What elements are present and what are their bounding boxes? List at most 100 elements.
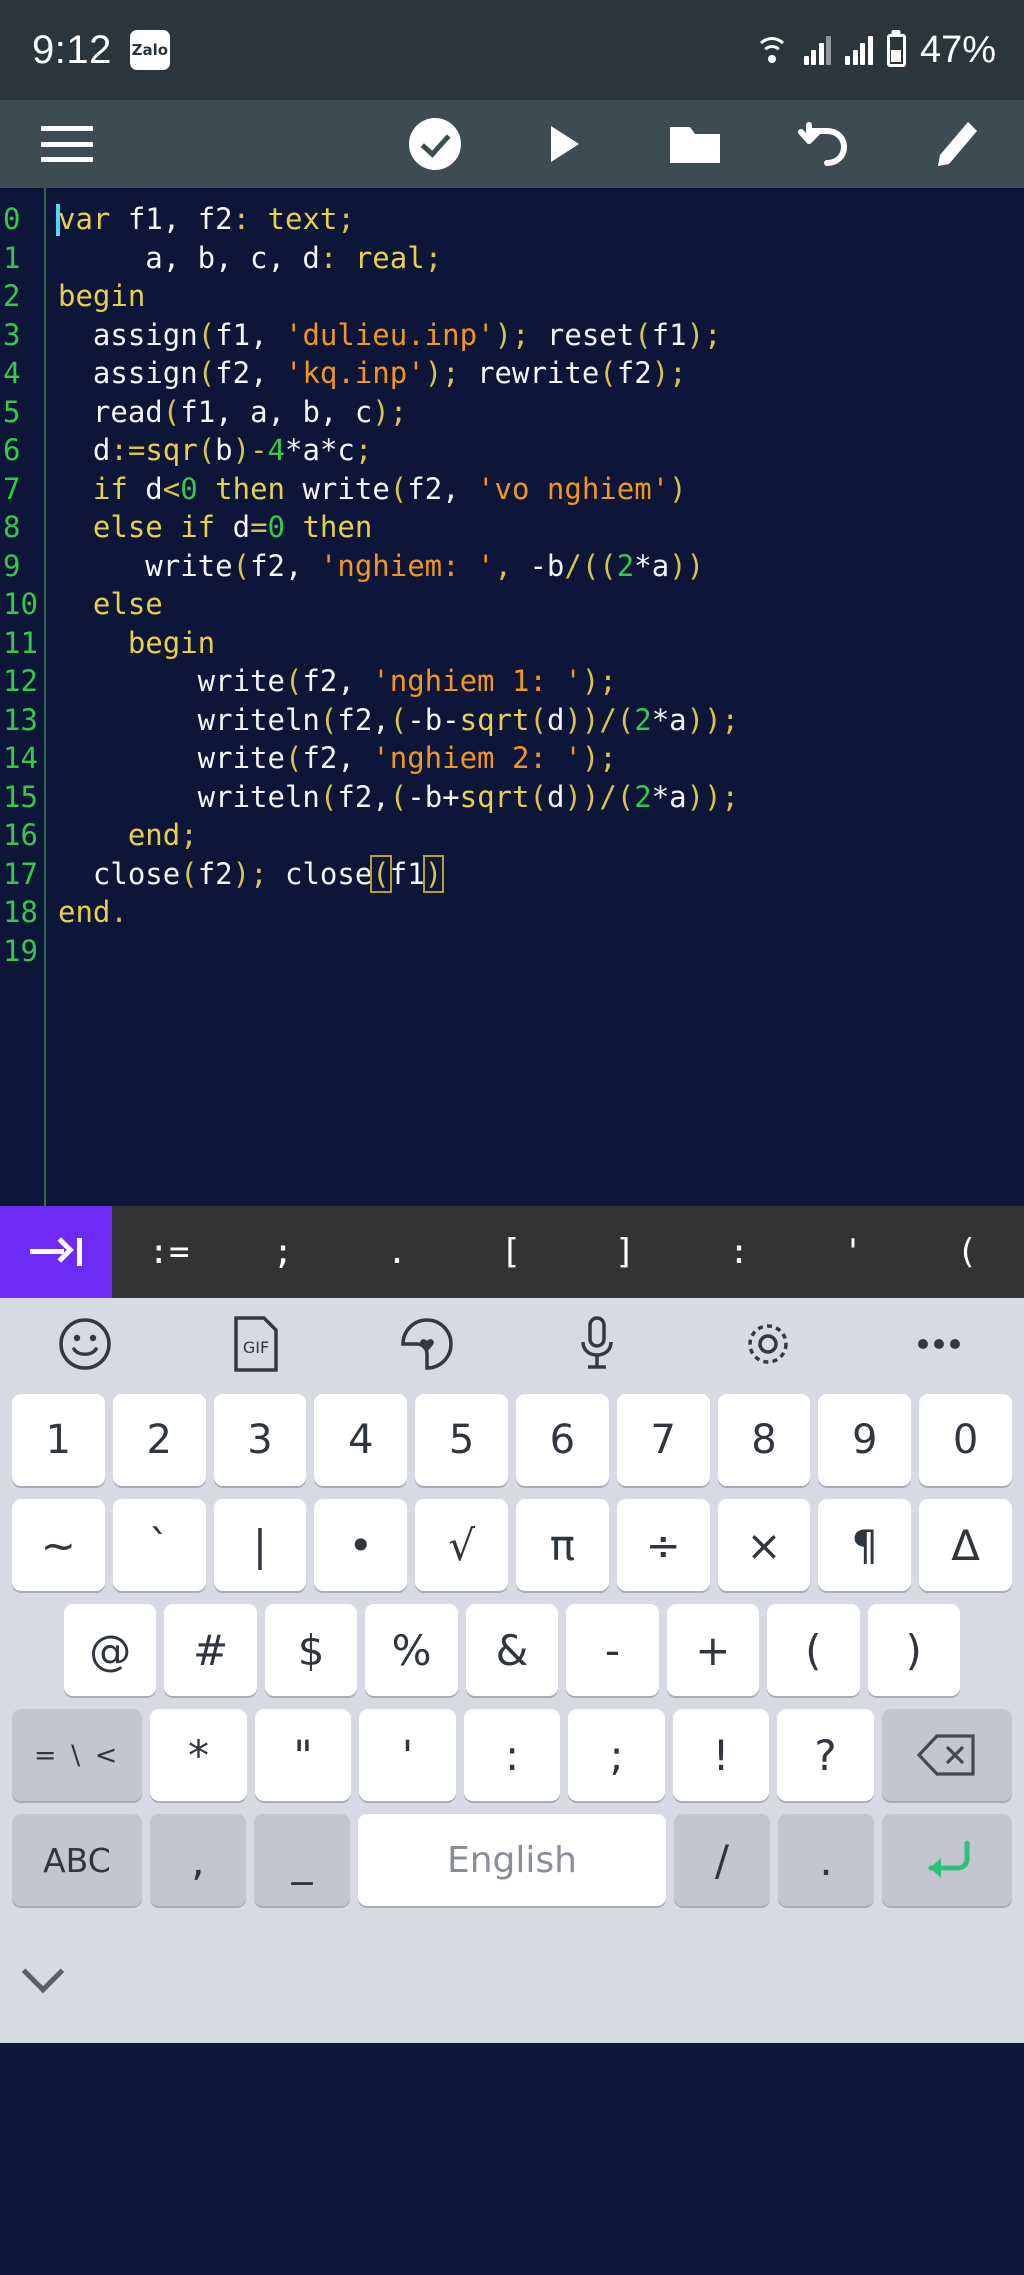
code-row[interactable]: 6 d:=sqr(b)-4*a*c;: [0, 431, 1024, 470]
code-row[interactable]: 17 close(f2); close(f1): [0, 854, 1024, 894]
key-tilde[interactable]: ~: [12, 1499, 105, 1591]
more-button[interactable]: [853, 1334, 1024, 1354]
code-editor[interactable]: 0 var f1, f2: text; 1 a, b, c, d: real; …: [0, 188, 1024, 1206]
open-file-button[interactable]: [650, 100, 740, 188]
code-row[interactable]: 11 begin: [0, 624, 1024, 663]
symbol-key-colon[interactable]: :: [682, 1232, 796, 1272]
key-delta[interactable]: Δ: [919, 1499, 1012, 1591]
key-7[interactable]: 7: [616, 1394, 710, 1486]
keyboard: GIF 1 2 3 4 5 6 7 8 9 0 ~ ` | • √ π ÷ × …: [0, 1298, 1024, 2043]
emoji-button[interactable]: [0, 1316, 171, 1372]
code-row[interactable]: 16 end;: [0, 816, 1024, 855]
key-at[interactable]: @: [64, 1604, 157, 1696]
code-row[interactable]: 18 end.: [0, 893, 1024, 932]
backspace-key[interactable]: [881, 1709, 1013, 1801]
code-row[interactable]: 7 if d<0 then write(f2, 'vo nghiem'): [0, 470, 1024, 509]
key-3[interactable]: 3: [213, 1394, 307, 1486]
edit-button[interactable]: [910, 100, 1000, 188]
key-pi[interactable]: π: [515, 1499, 609, 1591]
key-single-quote[interactable]: ': [359, 1709, 456, 1801]
symbol-key-paren-open[interactable]: (: [910, 1232, 1024, 1272]
key-4[interactable]: 4: [314, 1394, 408, 1486]
key-semicolon[interactable]: ;: [568, 1709, 665, 1801]
symbol-key-quote[interactable]: ': [796, 1232, 910, 1272]
code-row[interactable]: 4 assign(f2, 'kq.inp'); rewrite(f2);: [0, 354, 1024, 393]
key-6[interactable]: 6: [515, 1394, 609, 1486]
code-row[interactable]: 15 writeln(f2,(-b+sqrt(d))/(2*a));: [0, 778, 1024, 817]
key-backtick[interactable]: `: [112, 1499, 206, 1591]
menu-button[interactable]: [22, 100, 112, 188]
key-plus[interactable]: +: [666, 1604, 760, 1696]
key-percent[interactable]: %: [365, 1604, 458, 1696]
key-colon[interactable]: :: [463, 1709, 561, 1801]
key-exclamation[interactable]: !: [672, 1709, 770, 1801]
code-row[interactable]: 13 writeln(f2,(-b-sqrt(d))/(2*a));: [0, 701, 1024, 740]
key-multiply[interactable]: ×: [717, 1499, 811, 1591]
symbol-key-bracket-open[interactable]: [: [454, 1232, 568, 1272]
key-1[interactable]: 1: [12, 1394, 105, 1486]
gif-button[interactable]: GIF: [171, 1315, 342, 1373]
abc-key[interactable]: ABC: [12, 1814, 142, 1906]
line-content: assign(f1, 'dulieu.inp'); reset(f1);: [58, 317, 722, 352]
chevron-down-icon[interactable]: [21, 1950, 65, 1994]
sticker-button[interactable]: [341, 1316, 512, 1372]
code-row[interactable]: 0 var f1, f2: text;: [0, 200, 1024, 239]
enter-icon: [928, 1840, 970, 1878]
key-pilcrow[interactable]: ¶: [818, 1499, 912, 1591]
code-row[interactable]: 14 write(f2, 'nghiem 2: ');: [0, 739, 1024, 778]
key-minus[interactable]: -: [566, 1604, 659, 1696]
key-8[interactable]: 8: [717, 1394, 811, 1486]
code-row[interactable]: 3 assign(f1, 'dulieu.inp'); reset(f1);: [0, 316, 1024, 355]
key-underscore[interactable]: _: [253, 1814, 351, 1906]
key-hash[interactable]: #: [164, 1604, 257, 1696]
key-question[interactable]: ?: [777, 1709, 874, 1801]
folder-icon: [670, 127, 720, 163]
key-paren-open[interactable]: (: [767, 1604, 860, 1696]
key-ampersand[interactable]: &: [465, 1604, 559, 1696]
code-row[interactable]: 9 write(f2, 'nghiem: ', -b/((2*a)): [0, 547, 1024, 586]
undo-button[interactable]: [780, 100, 870, 188]
key-sqrt[interactable]: √: [415, 1499, 508, 1591]
keyboard-row-symbols-1: ~ ` | • √ π ÷ × ¶ Δ: [6, 1499, 1018, 1591]
code-row[interactable]: 1 a, b, c, d: real;: [0, 239, 1024, 278]
key-pipe[interactable]: |: [213, 1499, 307, 1591]
settings-button[interactable]: [683, 1316, 854, 1372]
microphone-button[interactable]: [512, 1314, 683, 1374]
key-divide[interactable]: ÷: [616, 1499, 710, 1591]
key-5[interactable]: 5: [415, 1394, 508, 1486]
key-0[interactable]: 0: [919, 1394, 1012, 1486]
symbol-bar: := ; . [ ] : ' (: [0, 1206, 1024, 1298]
keyboard-row-bottom: ABC , _ English / .: [6, 1814, 1018, 1906]
line-number: 12: [3, 664, 38, 698]
symbol-key-semicolon[interactable]: ;: [226, 1232, 340, 1272]
tab-key[interactable]: [0, 1206, 112, 1298]
key-bullet[interactable]: •: [314, 1499, 408, 1591]
symbol-key-bracket-close[interactable]: ]: [568, 1232, 682, 1272]
text-caret: [56, 204, 60, 236]
key-slash[interactable]: /: [673, 1814, 770, 1906]
line-content: end;: [127, 818, 198, 852]
line-content: read(f1, a, b, c);: [58, 394, 408, 429]
enter-key[interactable]: [882, 1814, 1012, 1906]
wifi-icon: [754, 35, 790, 65]
symbol-page-toggle[interactable]: = \ <: [12, 1709, 143, 1801]
symbol-key-assign[interactable]: :=: [112, 1232, 226, 1272]
run-button[interactable]: [520, 100, 610, 188]
code-row[interactable]: 8 else if d=0 then: [0, 508, 1024, 547]
key-9[interactable]: 9: [818, 1394, 912, 1486]
code-row[interactable]: 2 begin: [0, 277, 1024, 316]
code-row[interactable]: 10 else: [0, 585, 1024, 624]
spacebar[interactable]: English: [358, 1814, 666, 1906]
code-row[interactable]: 5 read(f1, a, b, c);: [0, 393, 1024, 432]
key-asterisk[interactable]: *: [150, 1709, 247, 1801]
compile-button[interactable]: [390, 100, 480, 188]
key-paren-close[interactable]: ): [867, 1604, 960, 1696]
symbol-key-period[interactable]: .: [340, 1232, 454, 1272]
key-2[interactable]: 2: [112, 1394, 206, 1486]
code-row[interactable]: 19: [0, 932, 1024, 971]
key-double-quote[interactable]: ": [254, 1709, 352, 1801]
key-dollar[interactable]: $: [264, 1604, 358, 1696]
key-comma[interactable]: ,: [149, 1814, 246, 1906]
key-period[interactable]: .: [778, 1814, 875, 1906]
code-row[interactable]: 12 write(f2, 'nghiem 1: ');: [0, 662, 1024, 701]
